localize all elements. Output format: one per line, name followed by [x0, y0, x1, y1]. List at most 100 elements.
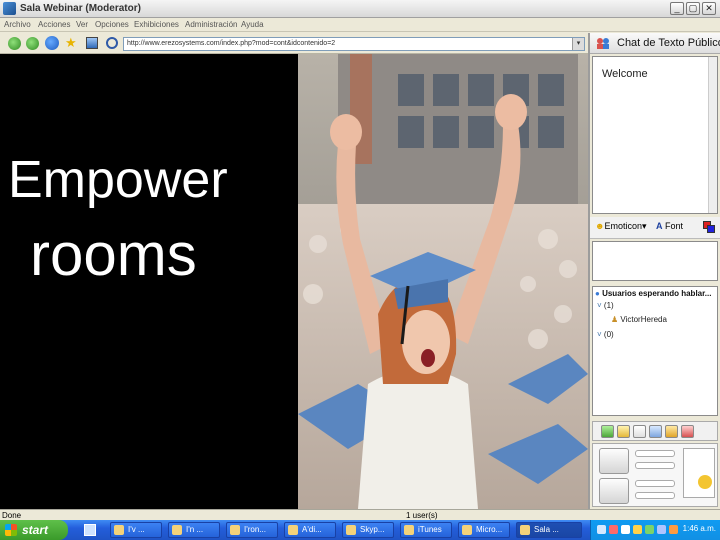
chat-scrollbar[interactable]	[708, 57, 717, 213]
font-button[interactable]: A Font	[656, 221, 683, 231]
mic-volume-slider[interactable]	[635, 480, 675, 487]
taskbar: start I'v ... I'n ... I'ron... A'di... S…	[0, 520, 720, 540]
navigation-toolbar: ★ http://www.erezosystems.com/index.php?…	[0, 33, 588, 54]
taskbar-item-active[interactable]: Sala ...	[516, 522, 582, 538]
taskbar-item[interactable]: Skyp...	[342, 522, 394, 538]
app-icon	[172, 525, 182, 535]
settings-icon[interactable]	[633, 425, 646, 438]
audio-panel	[592, 443, 718, 507]
chevron-down-icon: ˅	[597, 301, 602, 310]
waiting-group-1[interactable]: ˅ (1)	[597, 301, 614, 310]
menu-opciones[interactable]: Opciones	[95, 20, 129, 29]
slide-text-line2: rooms	[30, 221, 197, 288]
minimize-button[interactable]: _	[670, 2, 684, 15]
slide-photo	[298, 54, 588, 509]
taskbar-item[interactable]: A'di...	[284, 522, 336, 538]
folder-icon	[288, 525, 298, 535]
welcome-message: Welcome	[602, 68, 648, 80]
refresh-icon[interactable]	[45, 36, 59, 50]
app-icon	[520, 525, 530, 535]
tray-icon[interactable]	[645, 525, 654, 534]
microphone-icon[interactable]	[599, 478, 629, 504]
start-button[interactable]: start	[0, 520, 68, 540]
taskbar-item[interactable]: I'v ...	[110, 522, 162, 538]
chevron-down-icon: ˅	[597, 330, 602, 339]
record-icon[interactable]	[681, 425, 694, 438]
chat-header: Chat de Texto Público	[590, 33, 720, 54]
task-label: Skyp...	[360, 525, 385, 534]
system-tray: 1:46 a.m.	[590, 520, 720, 540]
moderator-toolbar	[592, 421, 718, 441]
menu-ayuda[interactable]: Ayuda	[241, 20, 264, 29]
slide-text-line1: Empower	[8, 151, 228, 209]
app-icon	[3, 2, 16, 15]
globe-icon[interactable]	[106, 37, 118, 49]
user-icon: ♟	[611, 315, 619, 324]
app-icon	[346, 525, 356, 535]
task-label: A'di...	[302, 525, 322, 534]
add-user-icon[interactable]	[601, 425, 614, 438]
maximize-button[interactable]: ▢	[686, 2, 700, 15]
menu-archivo[interactable]: Archivo	[4, 20, 31, 29]
tray-icon[interactable]	[621, 525, 630, 534]
task-label: I'v ...	[128, 525, 145, 534]
forward-arrow-icon[interactable]	[26, 37, 39, 50]
tray-icon[interactable]	[657, 525, 666, 534]
tray-icon[interactable]	[669, 525, 678, 534]
task-label: I'ron...	[244, 525, 266, 534]
tray-icon[interactable]	[633, 525, 642, 534]
font-icon: A	[656, 221, 663, 231]
side-panel: Chat de Texto Público Welcome ☻Emoticon▾…	[588, 33, 720, 509]
chevron-down-icon[interactable]: ▾	[572, 38, 584, 50]
start-label: start	[22, 523, 49, 537]
app-icon	[404, 525, 414, 535]
chat-title: Chat de Texto Público	[617, 37, 720, 49]
title-bar: Sala Webinar (Moderator) _ ▢ ✕	[0, 0, 720, 18]
windows-logo-icon	[5, 524, 17, 536]
emoticon-button[interactable]: ☻Emoticon▾	[595, 221, 647, 232]
chart-icon[interactable]	[649, 425, 662, 438]
users-icon: ●	[595, 289, 600, 298]
app-icon	[230, 525, 240, 535]
task-label: I'n ...	[186, 525, 204, 534]
chat-input[interactable]	[592, 241, 718, 281]
waiting-group-2[interactable]: ˅ (0)	[597, 330, 614, 339]
tray-icon[interactable]	[597, 525, 606, 534]
users-icon	[597, 38, 609, 49]
speaker-level-meter	[635, 462, 675, 469]
mic-level-meter	[635, 492, 675, 499]
taskbar-item[interactable]: I'n ...	[168, 522, 220, 538]
close-button[interactable]: ✕	[702, 2, 716, 15]
clock: 1:46 a.m.	[682, 524, 716, 533]
app-icon	[114, 525, 124, 535]
task-label: iTunes	[418, 525, 442, 534]
star-icon[interactable]: ★	[65, 35, 77, 51]
user-count: 1 user(s)	[406, 511, 438, 520]
edit-icon[interactable]	[617, 425, 630, 438]
speaker-icon[interactable]	[599, 448, 629, 474]
waiting-user[interactable]: ♟ VictorHereda	[611, 315, 667, 324]
taskbar-item[interactable]: Micro...	[458, 522, 510, 538]
font-label: Font	[665, 221, 684, 231]
menu-exhibiciones[interactable]: Exhibiciones	[134, 20, 179, 29]
group-count: (1)	[603, 301, 614, 310]
lock-icon[interactable]	[665, 425, 678, 438]
taskbar-item[interactable]: I'ron...	[226, 522, 278, 538]
chat-log[interactable]: Welcome	[592, 56, 718, 214]
page-icon[interactable]	[86, 37, 98, 49]
color-picker-icon[interactable]	[703, 221, 716, 234]
menu-ver[interactable]: Ver	[76, 20, 88, 29]
menu-administracion[interactable]: Administración	[185, 20, 237, 29]
menu-acciones[interactable]: Acciones	[38, 20, 70, 29]
app-icon	[462, 525, 472, 535]
waiting-title: ● Usuarios esperando hablar...	[595, 289, 711, 298]
taskbar-item[interactable]: iTunes	[400, 522, 452, 538]
waiting-title-text: Usuarios esperando hablar...	[602, 289, 712, 298]
task-label: Sala ...	[534, 525, 559, 534]
quicklaunch-icon[interactable]	[84, 524, 96, 536]
tray-icon[interactable]	[609, 525, 618, 534]
back-arrow-icon[interactable]	[8, 37, 21, 50]
waiting-users-panel: ● Usuarios esperando hablar... ˅ (1) ♟ V…	[592, 286, 718, 416]
url-field[interactable]: http://www.erezosystems.com/index.php?mo…	[123, 37, 585, 51]
speaker-volume-slider[interactable]	[635, 450, 675, 457]
